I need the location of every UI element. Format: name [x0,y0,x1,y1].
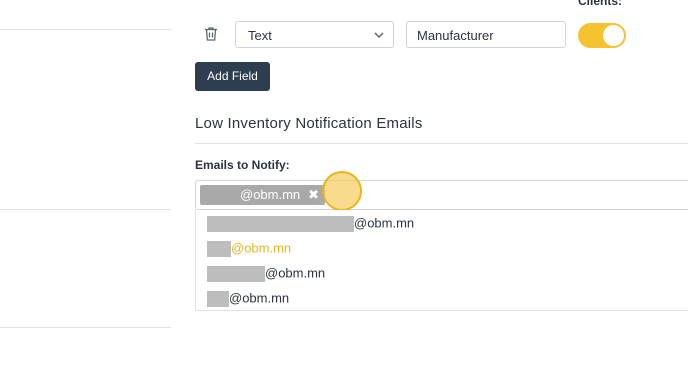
trash-icon[interactable] [202,25,220,43]
clients-toggle[interactable] [578,23,626,48]
toggle-knob [603,25,624,46]
field-name-input[interactable]: Manufacturer [406,21,566,48]
emails-label: Emails to Notify: [195,158,290,172]
section-divider [195,143,688,144]
emails-input[interactable]: @obm.mn ✖ [195,180,688,210]
clients-label: Clients: [578,0,623,8]
add-field-button[interactable]: Add Field [195,62,270,91]
section-title: Low Inventory Notification Emails [195,115,423,132]
divider [0,327,171,328]
email-options-dropdown: @obm.mn @obm.mn @obm.mn @obm.mn [195,210,688,311]
close-icon[interactable]: ✖ [308,185,319,205]
chevron-down-icon [374,32,384,39]
redacted-text [207,215,354,232]
divider [0,209,171,210]
field-name-value: Manufacturer [417,28,494,43]
email-option[interactable]: @obm.mn [207,213,414,233]
selected-email-chip: @obm.mn ✖ [200,185,326,205]
field-type-value: Text [248,28,272,43]
redacted-text [207,265,265,282]
redacted-text [207,290,229,307]
redacted-text [207,240,231,257]
field-type-select[interactable]: Text [235,21,394,48]
email-option[interactable]: @obm.mn [207,263,325,283]
click-indicator [322,171,362,211]
email-option-highlighted[interactable]: @obm.mn [207,238,291,258]
chip-email-domain: @obm.mn [240,187,301,202]
divider [0,29,171,30]
email-option[interactable]: @obm.mn [207,288,289,308]
